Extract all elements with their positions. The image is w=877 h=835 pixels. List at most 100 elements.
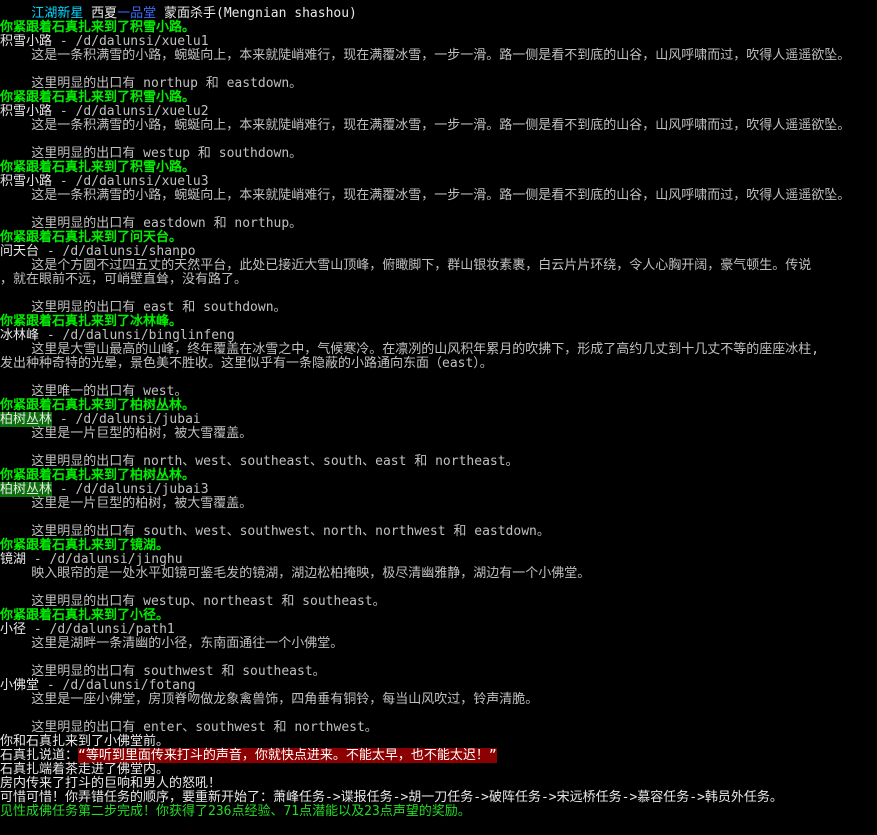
terminal-line: 映入眼帘的是一处水平如镜可鉴毛发的镜湖，湖边松柏掩映，极尽清幽雅静，湖边有一个小… xyxy=(0,567,590,581)
terminal-text: 见性成佛任务第二步完成！你获得了236点经验、71点潜能以及23点声望的奖励。 xyxy=(0,804,471,819)
terminal-line: 冰林峰 - /d/dalunsi/binglinfeng xyxy=(0,329,235,343)
terminal-text: 你紧跟着石真扎来到了小径。 xyxy=(0,608,170,623)
terminal-text: 你和石真扎来到了小佛堂前。 xyxy=(0,734,170,749)
terminal-text: 这里明显的出口有 southwest 和 southeast。 xyxy=(0,664,326,679)
terminal-line: 这里是一片巨型的柏树，被大雪覆盖。 xyxy=(0,497,252,511)
terminal-text: 映入眼帘的是一处水平如镜可鉴毛发的镜湖，湖边松柏掩映，极尽清幽雅静，湖边有一个小… xyxy=(0,566,591,581)
terminal-line: 江湖新星 西夏一品堂 蒙面杀手(Mengnian shashou) xyxy=(0,7,357,21)
terminal-text: - /d/dalunsi/binglinfeng xyxy=(39,328,235,343)
terminal-line: 这里是大雪山最高的山峰，终年覆盖在冰雪之中，气候寒冷。在凛冽的山风积年累月的吹拂… xyxy=(0,343,819,357)
terminal-text: 可惜可惜！你弄错任务的顺序，要重新开始了：萧峰任务->谍报任务->胡一刀任务->… xyxy=(0,790,783,805)
terminal-text: 积雪小路 xyxy=(0,34,53,49)
terminal-line: 这里明显的出口有 northup 和 eastdown。 xyxy=(0,77,302,91)
terminal-text: 这是一条积满雪的小路，蜿蜒向上，本来就陡峭难行，现在满覆冰雪，一步一滑。路一侧是… xyxy=(0,188,851,203)
terminal-text: 你紧跟着石真扎来到了柏树丛林。 xyxy=(0,398,196,413)
terminal-line: 这里明显的出口有 southwest 和 southeast。 xyxy=(0,664,326,679)
terminal-line: 小径 - /d/dalunsi/path1 xyxy=(0,623,175,637)
terminal-text: - /d/dalunsi/jinghu xyxy=(26,552,183,567)
terminal-text: - /d/dalunsi/shanpo xyxy=(39,244,196,259)
terminal-text: - /d/dalunsi/jubai xyxy=(52,412,201,427)
terminal-line: 你紧跟着石真扎来到了问天台。 xyxy=(0,231,182,245)
terminal-line: 这是一条积满雪的小路，蜿蜒向上，本来就陡峭难行，现在满覆冰雪，一步一滑。路一侧是… xyxy=(0,49,850,63)
terminal-line: 你紧跟着石真扎来到了冰林峰。 xyxy=(0,315,182,329)
terminal-text: 这里明显的出口有 north、west、southeast、south、east… xyxy=(0,454,519,469)
terminal-text: 这里是一片巨型的柏树，被大雪覆盖。 xyxy=(0,496,253,511)
terminal-text: 房内传来了打斗的巨响和男人的怒吼！ xyxy=(0,776,222,791)
terminal-text: 你紧跟着石真扎来到了柏树丛林。 xyxy=(0,468,196,483)
terminal-line: 这里唯一的出口有 west。 xyxy=(0,385,187,399)
terminal-text: 这里明显的出口有 eastdown 和 northup。 xyxy=(0,216,303,231)
terminal-line: 小佛堂 - /d/dalunsi/fotang xyxy=(0,679,196,693)
terminal-line: 这是个方圆不过四五丈的天然平台，此处已接近大雪山顶峰，俯瞰脚下，群山银妆素裹，白… xyxy=(0,259,811,273)
terminal-line: 这里明显的出口有 north、west、southeast、south、east… xyxy=(0,454,519,469)
terminal-text: - /d/dalunsi/path1 xyxy=(26,622,175,637)
terminal-line: 你和石真扎来到了小佛堂前。 xyxy=(0,735,169,749)
room-name-highlight: 柏树丛林 xyxy=(0,412,53,427)
terminal-text: 这是一条积满雪的小路，蜿蜒向上，本来就陡峭难行，现在满覆冰雪，一步一滑。路一侧是… xyxy=(0,48,851,63)
terminal-text: 这是一条积满雪的小路，蜿蜒向上，本来就陡峭难行，现在满覆冰雪，一步一滑。路一侧是… xyxy=(0,118,851,133)
terminal-line: 柏树丛林 - /d/dalunsi/jubai xyxy=(0,412,201,427)
terminal-text: 小佛堂 xyxy=(0,678,40,693)
terminal-line: 见性成佛任务第二步完成！你获得了236点经验、71点潜能以及23点声望的奖励。 xyxy=(0,805,471,819)
terminal-text: 这里是一座小佛堂，房顶脊吻做龙象禽兽饰，四角垂有铜铃，每当山风吹过，铃声清脆。 xyxy=(0,692,539,707)
terminal-text: 这是个方圆不过四五丈的天然平台，此处已接近大雪山顶峰，俯瞰脚下，群山银妆素裹，白… xyxy=(0,258,812,273)
terminal-text: 石真扎说道： xyxy=(0,748,79,763)
terminal-text: - /d/dalunsi/xuelu2 xyxy=(52,104,209,119)
terminal-line: 房内传来了打斗的巨响和男人的怒吼！ xyxy=(0,777,221,791)
terminal-line: 积雪小路 - /d/dalunsi/xuelu2 xyxy=(0,105,209,119)
terminal-text: 这里明显的出口有 northup 和 eastdown。 xyxy=(0,76,303,91)
terminal-text: 你紧跟着石真扎来到了冰林峰。 xyxy=(0,314,183,329)
terminal-line: 石真扎说道：“等听到里面传来打斗的声音，你就快点进来。不能太早，也不能太迟！” xyxy=(0,748,497,763)
terminal-line: ，就在眼前不远，可峭壁直耸，没有路了。 xyxy=(0,273,247,287)
terminal-text: 发出种种奇特的光晕，景色美不胜收。这里似乎有一条隐蔽的小路通向东面（east）。 xyxy=(0,356,493,371)
terminal-text: 你紧跟着石真扎来到了问天台。 xyxy=(0,230,183,245)
terminal-text: 你紧跟着石真扎来到了积雪小路。 xyxy=(0,20,196,35)
terminal-line: 这是一条积满雪的小路，蜿蜒向上，本来就陡峭难行，现在满覆冰雪，一步一滑。路一侧是… xyxy=(0,189,850,203)
terminal-text: 石真扎端着茶走进了佛堂内。 xyxy=(0,762,170,777)
terminal-text: 你紧跟着石真扎来到了积雪小路。 xyxy=(0,90,196,105)
terminal-line: 这里明显的出口有 westup 和 southdown。 xyxy=(0,147,302,161)
terminal-text: 这里唯一的出口有 west。 xyxy=(0,384,188,399)
terminal-line: 这是一条积满雪的小路，蜿蜒向上，本来就陡峭难行，现在满覆冰雪，一步一滑。路一侧是… xyxy=(0,119,850,133)
terminal-text: 蒙面杀手(Mengnian shashou) xyxy=(156,6,357,21)
terminal-text: 这里明显的出口有 south、west、southwest、north、nort… xyxy=(0,524,550,539)
mud-terminal-output: 江湖新星 西夏一品堂 蒙面杀手(Mengnian shashou) 你紧跟着石真扎… xyxy=(0,0,877,835)
terminal-line: 积雪小路 - /d/dalunsi/xuelu3 xyxy=(0,175,209,189)
terminal-text: 积雪小路 xyxy=(0,174,53,189)
terminal-text: 问天台 xyxy=(0,244,40,259)
terminal-text: 一品堂 xyxy=(117,6,157,21)
terminal-line: 你紧跟着石真扎来到了积雪小路。 xyxy=(0,21,195,35)
terminal-line: 这里明显的出口有 enter、southwest 和 northwest。 xyxy=(0,721,378,735)
terminal-text: 这里是湖畔一条清幽的小径，东南面通往一个小佛堂。 xyxy=(0,636,344,651)
room-name-highlight: 柏树丛林 xyxy=(0,482,53,497)
terminal-text: - /d/dalunsi/xuelu1 xyxy=(52,34,209,49)
terminal-text: 这里明显的出口有 east 和 southdown。 xyxy=(0,300,287,315)
terminal-line: 你紧跟着石真扎来到了小径。 xyxy=(0,609,169,623)
terminal-text: ，就在眼前不远，可峭壁直耸，没有路了。 xyxy=(0,272,248,287)
terminal-line: 你紧跟着石真扎来到了积雪小路。 xyxy=(0,91,195,105)
terminal-line: 这里明显的出口有 east 和 southdown。 xyxy=(0,300,287,315)
terminal-text: 这里是一片巨型的柏树，被大雪覆盖。 xyxy=(0,426,253,441)
terminal-text: 小径 xyxy=(0,622,27,637)
terminal-line: 这里是湖畔一条清幽的小径，东南面通往一个小佛堂。 xyxy=(0,637,343,651)
terminal-line: 你紧跟着石真扎来到了积雪小路。 xyxy=(0,161,195,175)
terminal-text: 这里明显的出口有 westup 和 southdown。 xyxy=(0,146,303,161)
terminal-text: 你紧跟着石真扎来到了镜湖。 xyxy=(0,538,170,553)
terminal-text: 你紧跟着石真扎来到了积雪小路。 xyxy=(0,160,196,175)
terminal-line: 这里是一座小佛堂，房顶脊吻做龙象禽兽饰，四角垂有铜铃，每当山风吹过，铃声清脆。 xyxy=(0,693,538,707)
terminal-line: 问天台 - /d/dalunsi/shanpo xyxy=(0,245,196,259)
terminal-line: 你紧跟着石真扎来到了柏树丛林。 xyxy=(0,469,195,483)
terminal-text: 积雪小路 xyxy=(0,104,53,119)
terminal-line: 这里是一片巨型的柏树，被大雪覆盖。 xyxy=(0,427,252,441)
terminal-line: 积雪小路 - /d/dalunsi/xuelu1 xyxy=(0,35,209,49)
terminal-text: 这里是大雪山最高的山峰，终年覆盖在冰雪之中，气候寒冷。在凛冽的山风积年累月的吹拂… xyxy=(0,342,820,357)
terminal-line: 这里明显的出口有 eastdown 和 northup。 xyxy=(0,217,302,231)
terminal-text: 这里明显的出口有 westup、northeast 和 southeast。 xyxy=(0,594,386,609)
terminal-text: - /d/dalunsi/jubai3 xyxy=(52,482,209,497)
terminal-text: - /d/dalunsi/xuelu3 xyxy=(52,174,209,189)
terminal-line: 镜湖 - /d/dalunsi/jinghu xyxy=(0,553,183,567)
terminal-text: 镜湖 xyxy=(0,552,27,567)
terminal-line: 石真扎端着茶走进了佛堂内。 xyxy=(0,763,169,777)
terminal-line: 可惜可惜！你弄错任务的顺序，要重新开始了：萧峰任务->谍报任务->胡一刀任务->… xyxy=(0,791,783,805)
terminal-line: 发出种种奇特的光晕，景色美不胜收。这里似乎有一条隐蔽的小路通向东面（east）。 xyxy=(0,357,493,371)
